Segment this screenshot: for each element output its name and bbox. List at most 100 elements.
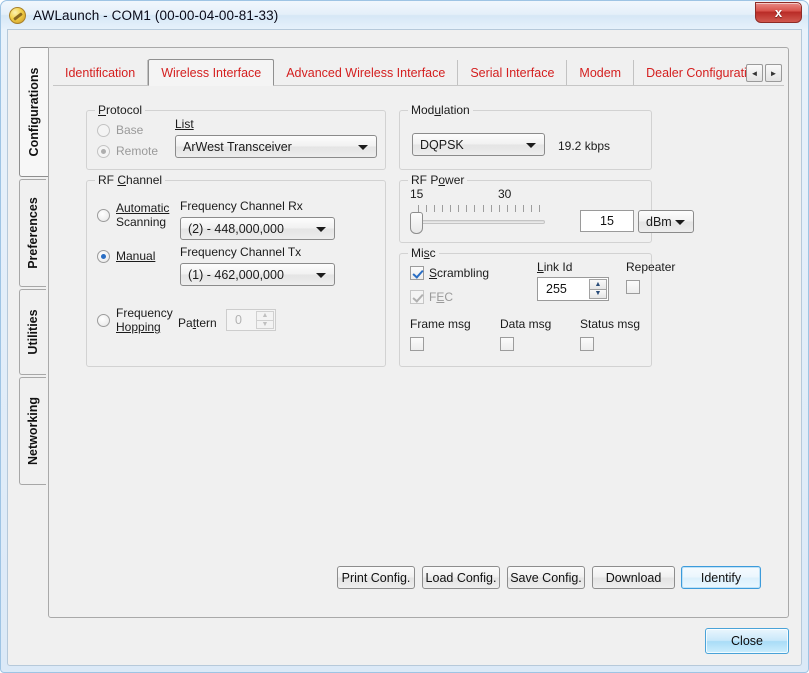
protocol-group-title: Protocol (95, 103, 146, 117)
rf-power-value: 15 (600, 214, 614, 228)
tab-scroll-right-icon[interactable]: ► (765, 64, 782, 82)
save-config-button[interactable]: Save Config. (507, 566, 585, 589)
spinner-up-icon[interactable]: ▲ (589, 279, 607, 289)
modulation-value: DQPSK (420, 137, 464, 152)
pattern-spinner[interactable]: 0 ▲ ▼ (226, 309, 276, 331)
tab-scroll-left-icon[interactable]: ◄ (746, 64, 763, 82)
sidebar-item-label: Preferences (26, 197, 40, 269)
radio-automatic-scanning-icon[interactable] (97, 208, 110, 222)
tab-wireless-interface[interactable]: Wireless Interface (148, 59, 275, 86)
checkbox-status-msg-icon[interactable] (580, 337, 594, 351)
rf-frequency-hopping-radio-row[interactable]: Frequency Hopping (97, 306, 173, 334)
chevron-down-icon (358, 144, 368, 150)
repeater-label: Repeater (626, 260, 676, 274)
rf-channel-group: RF Channel Automatic Scanning Manual Fre… (86, 173, 386, 367)
radio-base-icon[interactable] (97, 123, 110, 137)
client-area: Configurations Preferences Utilities Net… (7, 29, 802, 666)
scrambling-label: Scrambling (429, 266, 490, 280)
slider-track[interactable] (413, 220, 545, 224)
checkbox-frame-msg-icon[interactable] (410, 337, 424, 351)
modulation-combobox[interactable]: DQPSK (412, 133, 545, 156)
frequency-rx-label: Frequency Channel Rx (180, 199, 303, 213)
sidebar-item-configurations[interactable]: Configurations (19, 47, 48, 177)
link-id-label: Link Id (537, 260, 573, 274)
title-bar: AWLaunch - COM1 (00-00-04-00-81-33) x (1, 1, 808, 29)
spinner-down-icon[interactable]: ▼ (256, 319, 274, 329)
checkbox-fec-icon[interactable] (410, 290, 424, 304)
sidebar-item-label: Networking (26, 396, 40, 466)
protocol-list-combobox[interactable]: ArWest Transceiver (175, 135, 377, 158)
chevron-down-icon (675, 219, 685, 225)
link-id-spinner[interactable]: 255 ▲ ▼ (537, 277, 609, 301)
print-config-button[interactable]: Print Config. (337, 566, 415, 589)
window-title: AWLaunch - COM1 (00-00-04-00-81-33) (33, 7, 279, 23)
scrambling-checkbox-row[interactable]: Scrambling (410, 266, 489, 280)
tab-identification[interactable]: Identification (53, 60, 149, 85)
checkbox-scrambling-icon[interactable] (410, 266, 424, 280)
rf-automatic-scanning-radio-row[interactable]: Automatic Scanning (97, 201, 169, 229)
chevron-down-icon (316, 226, 326, 232)
tab-modem[interactable]: Modem (567, 60, 635, 85)
slider-thumb[interactable] (410, 212, 423, 234)
sidebar-item-preferences[interactable]: Preferences (19, 179, 46, 287)
pattern-value: 0 (235, 313, 242, 327)
close-button[interactable]: Close (705, 628, 789, 654)
modulation-group: Modulation DQPSK 19.2 kbps (399, 103, 652, 170)
tab-label: Identification (65, 65, 136, 80)
radio-frequency-hopping-icon[interactable] (97, 313, 110, 327)
spinner-down-icon[interactable]: ▼ (589, 288, 607, 299)
pattern-label: Pattern (178, 316, 217, 330)
frequency-rx-value: (2) - 448,000,000 (188, 221, 284, 236)
frame-msg-label: Frame msg (410, 317, 471, 331)
protocol-list-value: ArWest Transceiver (183, 139, 292, 154)
protocol-remote-radio-row[interactable]: Remote (97, 144, 158, 158)
sidebar: Configurations Preferences Utilities Net… (19, 47, 48, 485)
modulation-group-title: Modulation (408, 103, 473, 117)
application-window: AWLaunch - COM1 (00-00-04-00-81-33) x Co… (0, 0, 809, 673)
frequency-rx-combobox[interactable]: (2) - 448,000,000 (180, 217, 335, 240)
link-id-value: 255 (546, 282, 567, 296)
link-id-spinner-buttons[interactable]: ▲ ▼ (589, 279, 607, 299)
app-icon (9, 6, 26, 24)
chevron-down-icon (526, 142, 536, 148)
rf-power-min-label: 15 (410, 187, 424, 201)
misc-group: Misc Scrambling FEC Link Id 255 ▲ ▼ Repe… (399, 246, 675, 367)
frequency-tx-combobox[interactable]: (1) - 462,000,000 (180, 263, 335, 286)
rf-power-unit-combobox[interactable]: dBm (638, 210, 694, 233)
close-icon[interactable]: x (755, 2, 802, 23)
rf-power-unit: dBm (646, 214, 672, 229)
sidebar-item-label: Utilities (26, 309, 40, 355)
rf-frequency-hopping-label: Frequency Hopping (116, 306, 173, 334)
tab-label: Dealer Configuratio (646, 65, 754, 80)
fec-label: FEC (429, 290, 454, 304)
rf-power-slider[interactable] (410, 205, 550, 237)
identify-button[interactable]: Identify (681, 566, 761, 589)
load-config-button[interactable]: Load Config. (422, 566, 500, 589)
radio-manual-icon[interactable] (97, 249, 110, 263)
tab-label: Advanced Wireless Interface (286, 65, 446, 80)
spinner-up-icon[interactable]: ▲ (256, 311, 274, 320)
tab-advanced-wireless-interface[interactable]: Advanced Wireless Interface (274, 60, 459, 85)
sidebar-item-label: Configurations (27, 67, 41, 157)
fec-checkbox-row[interactable]: FEC (410, 290, 453, 304)
tab-serial-interface[interactable]: Serial Interface (458, 60, 568, 85)
tab-label: Modem (579, 65, 622, 80)
sidebar-item-networking[interactable]: Networking (19, 377, 46, 485)
sidebar-item-utilities[interactable]: Utilities (19, 289, 46, 375)
radio-remote-icon[interactable] (97, 144, 110, 158)
checkbox-data-msg-icon[interactable] (500, 337, 514, 351)
protocol-list-label: List (175, 117, 194, 131)
download-button[interactable]: Download (592, 566, 675, 589)
tab-dealer-configuration[interactable]: Dealer Configuratio (634, 60, 762, 85)
rf-manual-radio-row[interactable]: Manual (97, 249, 155, 263)
rf-power-value-input[interactable]: 15 (580, 210, 634, 232)
modulation-rate: 19.2 kbps (558, 139, 611, 153)
pattern-spinner-buttons[interactable]: ▲ ▼ (256, 311, 274, 329)
slider-ticks (418, 205, 540, 212)
tab-scroll-controls: ◄ ► (746, 64, 782, 82)
frequency-tx-value: (1) - 462,000,000 (188, 267, 284, 282)
protocol-group: Protocol Base Remote List ArWest Transce… (86, 103, 386, 170)
checkbox-repeater-icon[interactable] (626, 280, 640, 294)
rf-power-group-title: RF Power (408, 173, 468, 187)
protocol-base-radio-row[interactable]: Base (97, 123, 143, 137)
